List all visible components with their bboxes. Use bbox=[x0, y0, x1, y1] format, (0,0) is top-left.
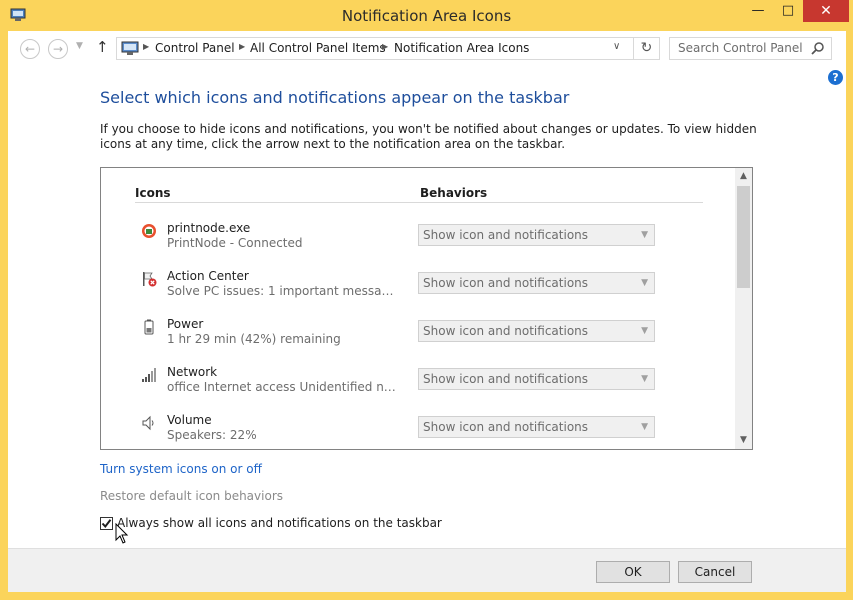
scroll-up-icon[interactable]: ▲ bbox=[735, 168, 752, 185]
item-name: Action Center bbox=[167, 269, 249, 283]
help-icon[interactable]: ? bbox=[828, 70, 843, 85]
icons-behaviors-list: Icons Behaviors printnode.exe PrintNode … bbox=[100, 167, 753, 450]
printnode-icon bbox=[142, 224, 156, 238]
chevron-down-icon: ▼ bbox=[641, 326, 648, 336]
recent-locations-chevron-icon[interactable]: ▼ bbox=[76, 41, 83, 51]
title-bar[interactable]: Notification Area Icons — □ ✕ bbox=[0, 0, 853, 31]
dialog-footer: OK Cancel bbox=[8, 548, 846, 592]
list-item: Action Center Solve PC issues: 1 importa… bbox=[101, 267, 733, 313]
address-dropdown-icon[interactable]: ∨ bbox=[613, 41, 620, 52]
behavior-select[interactable]: Show icon and notifications ▼ bbox=[418, 272, 655, 294]
item-name: Power bbox=[167, 317, 204, 331]
behavior-select[interactable]: Show icon and notifications ▼ bbox=[418, 416, 655, 438]
breadcrumb-separator-icon[interactable]: ▶ bbox=[143, 42, 149, 51]
maximize-button[interactable]: □ bbox=[773, 0, 803, 22]
address-bar[interactable]: ▶ Control Panel ▶ All Control Panel Item… bbox=[116, 37, 660, 60]
breadcrumb-notification-area-icons[interactable]: Notification Area Icons bbox=[394, 41, 529, 55]
search-placeholder: Search Control Panel bbox=[678, 41, 803, 55]
list-item: Network office Internet access Unidentif… bbox=[101, 363, 733, 409]
battery-icon bbox=[144, 319, 154, 335]
breadcrumb-separator-icon[interactable]: ▶ bbox=[382, 42, 388, 51]
refresh-button[interactable]: ↻ bbox=[633, 38, 659, 59]
search-input[interactable]: Search Control Panel bbox=[669, 37, 832, 60]
item-status: Speakers: 22% bbox=[167, 428, 257, 442]
navigation-bar: ← → ▼ ↑ ▶ Control Panel ▶ All Control Pa… bbox=[8, 31, 846, 67]
column-header-icons: Icons bbox=[135, 186, 171, 200]
behavior-value: Show icon and notifications bbox=[423, 420, 589, 434]
action-center-flag-icon bbox=[143, 272, 157, 287]
breadcrumb-all-items[interactable]: All Control Panel Items bbox=[250, 41, 386, 55]
list-item: Power 1 hr 29 min (42%) remaining Show i… bbox=[101, 315, 733, 361]
item-name: Volume bbox=[167, 413, 212, 427]
search-icon[interactable] bbox=[811, 41, 825, 55]
item-name: Network bbox=[167, 365, 218, 379]
chevron-down-icon: ▼ bbox=[641, 422, 648, 432]
checkmark-icon bbox=[101, 519, 112, 529]
item-name: printnode.exe bbox=[167, 221, 251, 235]
speaker-icon bbox=[142, 415, 154, 431]
control-panel-icon bbox=[121, 41, 139, 55]
minimize-button[interactable]: — bbox=[743, 0, 773, 22]
page-title: Select which icons and notifications app… bbox=[100, 88, 570, 107]
network-bars-icon bbox=[142, 368, 156, 382]
list-item: Volume Speakers: 22% Show icon and notif… bbox=[101, 411, 733, 449]
chevron-down-icon: ▼ bbox=[641, 230, 648, 240]
behavior-select[interactable]: Show icon and notifications ▼ bbox=[418, 224, 655, 246]
turn-system-icons-link[interactable]: Turn system icons on or off bbox=[100, 462, 262, 476]
behavior-value: Show icon and notifications bbox=[423, 324, 589, 338]
behavior-select[interactable]: Show icon and notifications ▼ bbox=[418, 320, 655, 342]
behavior-select[interactable]: Show icon and notifications ▼ bbox=[418, 368, 655, 390]
behavior-value: Show icon and notifications bbox=[423, 276, 589, 290]
list-item: printnode.exe PrintNode - Connected Show… bbox=[101, 219, 733, 265]
window-title: Notification Area Icons bbox=[341, 7, 512, 25]
close-button[interactable]: ✕ bbox=[803, 0, 849, 22]
mouse-cursor-icon bbox=[115, 523, 129, 544]
item-status: Solve PC issues: 1 important message 2 t… bbox=[167, 284, 401, 298]
restore-defaults-link[interactable]: Restore default icon behaviors bbox=[100, 489, 283, 503]
header-divider bbox=[135, 202, 703, 203]
always-show-label[interactable]: Always show all icons and notifications … bbox=[117, 516, 442, 530]
cancel-button[interactable]: Cancel bbox=[678, 561, 752, 583]
breadcrumb-control-panel[interactable]: Control Panel bbox=[155, 41, 235, 55]
column-header-behaviors: Behaviors bbox=[420, 186, 488, 200]
up-button[interactable]: ↑ bbox=[96, 38, 109, 56]
item-status: office Internet access Unidentified netw… bbox=[167, 380, 401, 394]
page-description: If you choose to hide icons and notifica… bbox=[100, 122, 757, 151]
vertical-scrollbar[interactable]: ▲ ▼ bbox=[735, 168, 752, 449]
forward-button[interactable]: → bbox=[48, 39, 68, 59]
behavior-value: Show icon and notifications bbox=[423, 228, 589, 242]
window-frame: Notification Area Icons — □ ✕ ← → ▼ ↑ ▶ … bbox=[0, 0, 853, 600]
item-status: 1 hr 29 min (42%) remaining bbox=[167, 332, 341, 346]
scroll-thumb[interactable] bbox=[737, 186, 750, 288]
behavior-value: Show icon and notifications bbox=[423, 372, 589, 386]
client-area: ← → ▼ ↑ ▶ Control Panel ▶ All Control Pa… bbox=[8, 31, 846, 592]
back-button[interactable]: ← bbox=[20, 39, 40, 59]
chevron-down-icon: ▼ bbox=[641, 374, 648, 384]
chevron-down-icon: ▼ bbox=[641, 278, 648, 288]
scroll-down-icon[interactable]: ▼ bbox=[735, 432, 752, 449]
ok-button[interactable]: OK bbox=[596, 561, 670, 583]
item-status: PrintNode - Connected bbox=[167, 236, 303, 250]
breadcrumb-separator-icon[interactable]: ▶ bbox=[239, 42, 245, 51]
always-show-checkbox[interactable] bbox=[100, 517, 113, 530]
